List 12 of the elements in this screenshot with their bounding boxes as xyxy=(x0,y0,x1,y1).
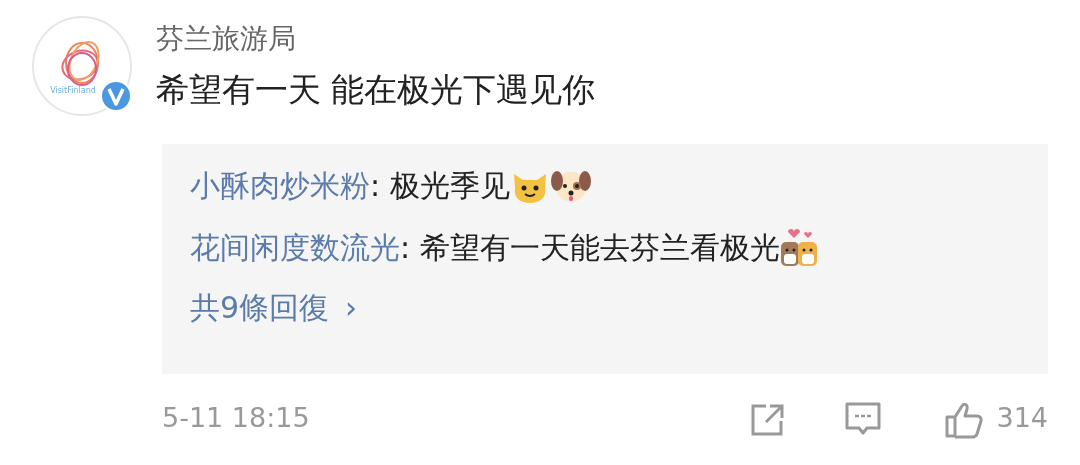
timestamp: 5-11 18:15 xyxy=(162,401,311,435)
more-replies-link[interactable]: 共9條回復 › xyxy=(190,290,358,326)
avatar[interactable]: VisitFinland xyxy=(32,16,132,116)
reply-username[interactable]: 小酥肉炒米粉 xyxy=(190,168,370,204)
logo-text: VisitFinland xyxy=(50,85,96,97)
author-name[interactable]: 芬兰旅游局 xyxy=(156,22,596,56)
reply-username[interactable]: 花间闲度数流光 xyxy=(190,230,400,266)
dogs-sticker-icon xyxy=(779,228,818,268)
comment-text: 希望有一天 能在极光下遇见你 xyxy=(156,69,596,110)
like-count: 314 xyxy=(996,401,1048,435)
reply-text: : 极光季见 xyxy=(370,168,510,204)
reply-text: : 希望有一天能去芬兰看极光 xyxy=(400,230,780,266)
